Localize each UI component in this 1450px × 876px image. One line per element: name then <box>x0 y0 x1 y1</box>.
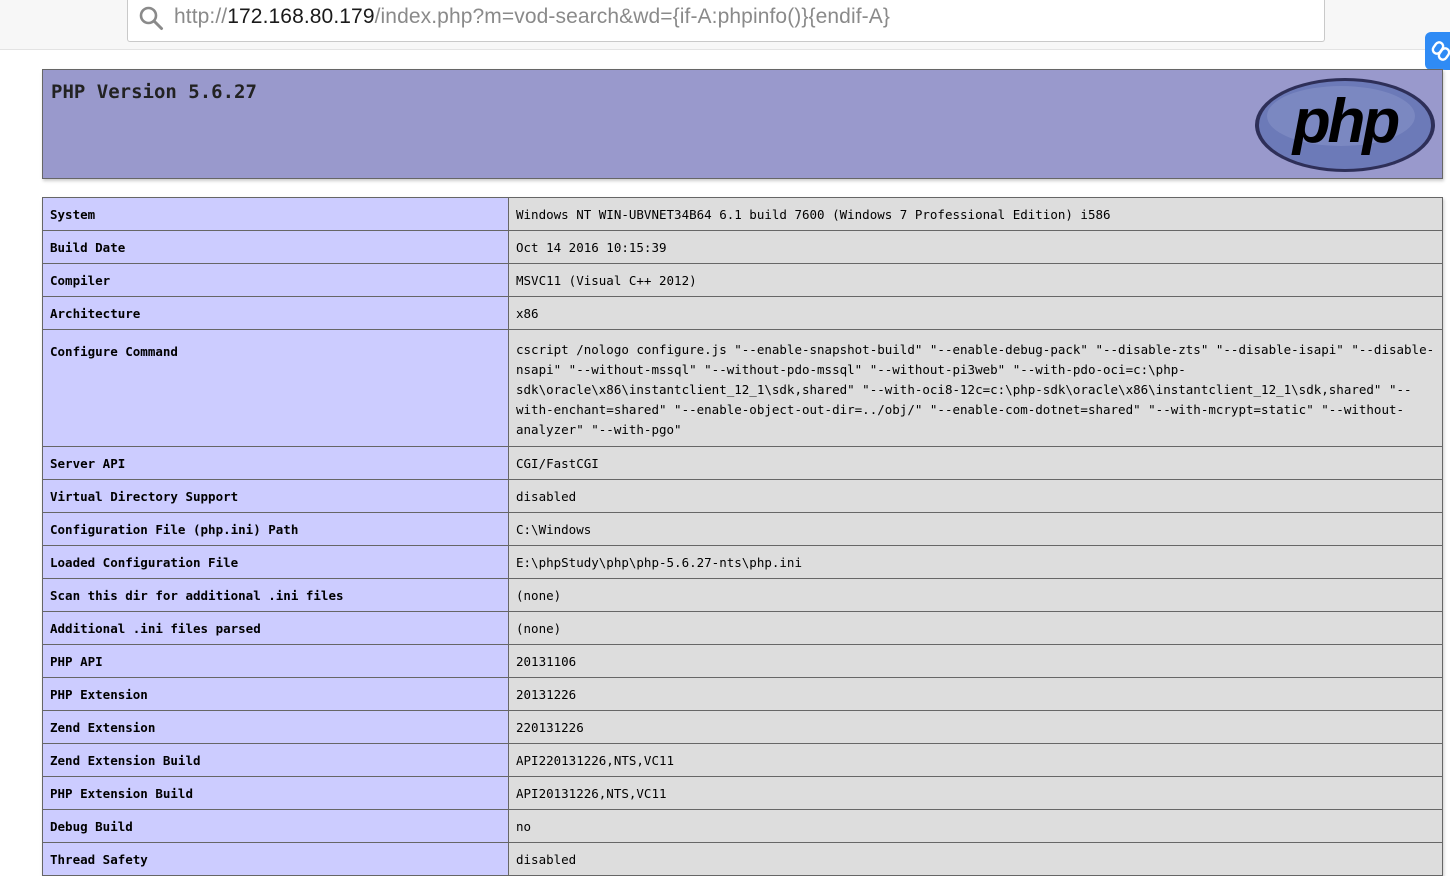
table-row: Configuration File (php.ini) Path C:\Wind… <box>42 512 1443 546</box>
row-value: API220131226,NTS,VC11 <box>508 743 1443 777</box>
php-logo-text: php <box>1291 87 1399 156</box>
table-row: Compiler MSVC11 (Visual C++ 2012) <box>42 263 1443 297</box>
table-row: Zend Extension 220131226 <box>42 710 1443 744</box>
table-row: Loaded Configuration File E:\phpStudy\php… <box>42 545 1443 579</box>
table-row: Zend Extension Build API220131226,NTS,VC1… <box>42 743 1443 777</box>
php-version-title: PHP Version 5.6.27 <box>51 81 257 103</box>
table-row: Virtual Directory Support disabled <box>42 479 1443 513</box>
row-value: C:\Windows <box>508 512 1443 546</box>
url-scheme: http:// <box>174 5 228 28</box>
table-row: Build Date Oct 14 2016 10:15:39 <box>42 230 1443 264</box>
php-info-table: System Windows NT WIN-UBVNET34B64 6.1 bui… <box>42 197 1443 876</box>
row-value: 20131226 <box>508 677 1443 711</box>
row-value: CGI/FastCGI <box>508 446 1443 480</box>
row-key: Zend Extension <box>42 710 509 744</box>
row-key: Architecture <box>42 296 509 330</box>
row-key: PHP API <box>42 644 509 678</box>
table-row: Scan this dir for additional .ini files(… <box>42 578 1443 612</box>
row-key: Configure Command <box>42 329 509 447</box>
table-row: System Windows NT WIN-UBVNET34B64 6.1 bui… <box>42 197 1443 231</box>
table-row: PHP Extension 20131226 <box>42 677 1443 711</box>
row-key: PHP Extension <box>42 677 509 711</box>
table-row: Configure Command cscript /nologo configu… <box>42 329 1443 447</box>
row-value: Oct 14 2016 10:15:39 <box>508 230 1443 264</box>
row-key: Configuration File (php.ini) Path <box>42 512 509 546</box>
row-value: disabled <box>508 842 1443 876</box>
row-value: API20131226,NTS,VC11 <box>508 776 1443 810</box>
row-value: disabled <box>508 479 1443 513</box>
row-key: Virtual Directory Support <box>42 479 509 513</box>
php-logo[interactable]: php <box>1253 76 1437 174</box>
row-value: Windows NT WIN-UBVNET34B64 6.1 build 760… <box>508 197 1443 231</box>
table-row: Debug Build no <box>42 809 1443 843</box>
row-key: Scan this dir for additional .ini files <box>42 578 509 612</box>
row-value: 220131226 <box>508 710 1443 744</box>
row-value: no <box>508 809 1443 843</box>
row-key: Zend Extension Build <box>42 743 509 777</box>
url-host: 172.168.80.179 <box>227 5 375 28</box>
row-value: MSVC11 (Visual C++ 2012) <box>508 263 1443 297</box>
row-key: PHP Extension Build <box>42 776 509 810</box>
php-version-header: PHP Version 5.6.27 php <box>42 69 1443 179</box>
row-value: E:\phpStudy\php\php-5.6.27-nts\php.ini <box>508 545 1443 579</box>
row-value: (none) <box>508 578 1443 612</box>
table-row: PHP Extension Build API20131226,NTS,VC11 <box>42 776 1443 810</box>
row-key: Debug Build <box>42 809 509 843</box>
row-value: cscript /nologo configure.js "--enable-s… <box>508 329 1443 447</box>
url-path: /index.php?m=vod-search&wd={if-A:phpinfo… <box>374 5 890 28</box>
row-key: System <box>42 197 509 231</box>
address-bar[interactable]: http://172.168.80.179/index.php?m=vod-se… <box>127 0 1325 42</box>
table-row: Additional .ini files parsed (none) <box>42 611 1443 645</box>
row-value: (none) <box>508 611 1443 645</box>
search-icon <box>139 6 163 30</box>
row-key: Loaded Configuration File <box>42 545 509 579</box>
browser-toolbar: http://172.168.80.179/index.php?m=vod-se… <box>0 0 1450 50</box>
row-value: 20131106 <box>508 644 1443 678</box>
row-key: Additional .ini files parsed <box>42 611 509 645</box>
row-key: Server API <box>42 446 509 480</box>
table-row: Architecture x86 <box>42 296 1443 330</box>
link-icon <box>1431 41 1450 61</box>
row-value: x86 <box>508 296 1443 330</box>
table-row: PHP API 20131106 <box>42 644 1443 678</box>
row-key: Compiler <box>42 263 509 297</box>
table-row: Thread Safety disabled <box>42 842 1443 876</box>
url-text[interactable]: http://172.168.80.179/index.php?m=vod-se… <box>174 5 890 29</box>
table-row: Server API CGI/FastCGI <box>42 446 1443 480</box>
row-key: Thread Safety <box>42 842 509 876</box>
side-link-button[interactable] <box>1425 32 1450 70</box>
row-key: Build Date <box>42 230 509 264</box>
